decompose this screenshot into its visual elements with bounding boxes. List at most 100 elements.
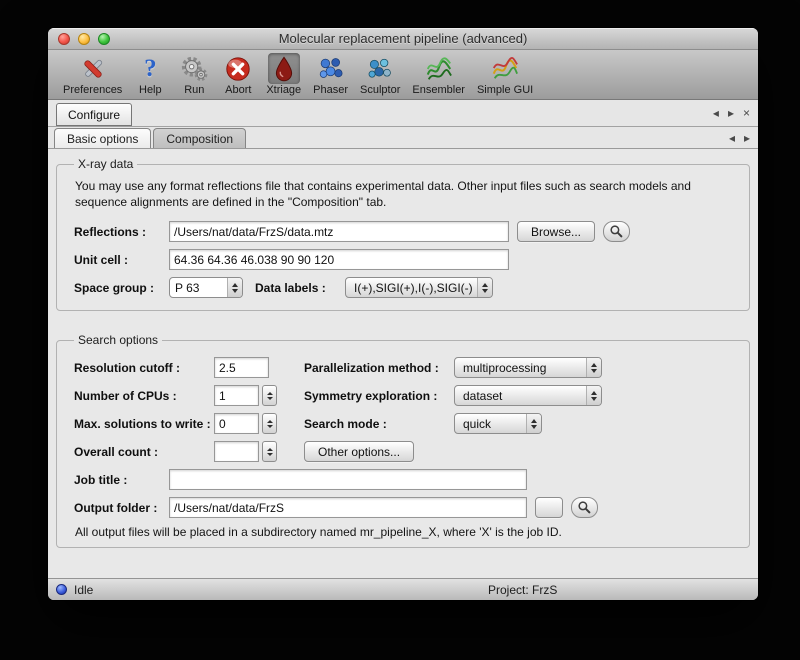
data-labels-value: I(+),SIGI(+),I(-),SIGI(-) <box>354 281 473 295</box>
notebook-tab-bar: Basic options Composition ◂ ▸ <box>48 127 758 149</box>
app-window: Molecular replacement pipeline (advanced… <box>48 28 758 600</box>
toolbar-label: Sculptor <box>360 84 400 96</box>
job-title-label: Job title : <box>74 473 169 487</box>
combo-arrows-icon <box>227 278 242 297</box>
window-title: Molecular replacement pipeline (advanced… <box>279 31 528 46</box>
search-mode-value: quick <box>463 417 491 431</box>
overall-count-label: Overall count : <box>74 445 214 459</box>
max-solutions-row: Max. solutions to write : Search mode : … <box>74 413 739 434</box>
max-solutions-label: Max. solutions to write : <box>74 417 214 431</box>
status-bar: Idle Project: FrzS <box>48 578 758 600</box>
symmetry-exploration-label: Symmetry exploration : <box>304 389 454 403</box>
output-folder-label: Output folder : <box>74 501 169 515</box>
tab-configure-label: Configure <box>68 108 120 122</box>
reflections-row: Reflections : Browse... <box>74 221 739 242</box>
status-text: Idle <box>74 583 93 597</box>
status-indicator-icon <box>56 584 67 595</box>
cpus-stepper[interactable] <box>262 385 277 406</box>
search-options-group-title: Search options <box>74 333 162 347</box>
reflections-search-button[interactable] <box>603 221 630 242</box>
tab-composition[interactable]: Composition <box>153 128 246 148</box>
magnifier-icon <box>609 224 624 239</box>
unit-cell-label: Unit cell : <box>74 253 169 267</box>
data-labels-select[interactable]: I(+),SIGI(+),I(-),SIGI(-) <box>345 277 493 298</box>
space-group-combo[interactable]: P 63 <box>169 277 243 298</box>
number-of-cpus-input[interactable] <box>214 385 259 406</box>
output-folder-search-button[interactable] <box>571 497 598 518</box>
space-group-value: P 63 <box>175 281 199 295</box>
popup-arrows-icon <box>526 414 541 433</box>
resolution-row: Resolution cutoff : Parallelization meth… <box>74 357 739 378</box>
magnifier-icon <box>577 500 592 515</box>
reflections-input[interactable] <box>169 221 509 242</box>
titlebar[interactable]: Molecular replacement pipeline (advanced… <box>48 28 758 50</box>
unit-cell-input[interactable] <box>169 249 509 270</box>
parallelization-method-select[interactable]: multiprocessing <box>454 357 602 378</box>
toolbar-button-run[interactable]: Run <box>173 52 215 97</box>
toolbar-button-ensembler[interactable]: Ensembler <box>407 52 470 97</box>
notebook-tab-controls: ◂ ▸ <box>729 131 750 145</box>
toolbar-button-simple-gui[interactable]: Simple GUI <box>472 52 538 97</box>
resolution-cutoff-input[interactable] <box>214 357 269 378</box>
overall-count-stepper[interactable] <box>262 441 277 462</box>
parallelization-method-value: multiprocessing <box>463 361 546 375</box>
minimize-window-button[interactable] <box>78 33 90 45</box>
ensembler-ribbon-icon <box>423 53 455 84</box>
resolution-cutoff-label: Resolution cutoff : <box>74 361 214 375</box>
output-folder-row: Output folder : <box>74 497 739 518</box>
max-solutions-input[interactable] <box>214 413 259 434</box>
output-folder-input[interactable] <box>169 497 527 518</box>
search-mode-select[interactable]: quick <box>454 413 542 434</box>
basic-options-panel: X-ray data You may use any format reflec… <box>48 149 758 578</box>
reflections-label: Reflections : <box>74 225 169 239</box>
simple-gui-ribbon-icon <box>489 53 521 84</box>
scroll-right-icon[interactable]: ▸ <box>728 106 734 120</box>
close-window-button[interactable] <box>58 33 70 45</box>
cpus-row: Number of CPUs : Symmetry exploration : … <box>74 385 739 406</box>
toolbar-button-xtriage[interactable]: Xtriage <box>261 52 306 97</box>
close-pane-icon[interactable]: × <box>743 106 750 120</box>
toolbar-label: Ensembler <box>412 84 465 96</box>
search-options-group: Search options Resolution cutoff : Paral… <box>56 333 750 548</box>
popup-arrows-icon <box>586 386 601 405</box>
tabs-scroll-left-icon[interactable]: ◂ <box>729 131 735 145</box>
project-label: Project: FrzS <box>488 583 557 597</box>
reflections-browse-button[interactable]: Browse... <box>517 221 595 242</box>
overall-count-input[interactable] <box>214 441 259 462</box>
toolbar-label: Run <box>184 84 204 96</box>
popup-arrows-icon <box>586 358 601 377</box>
toolbar-button-help[interactable]: ? Help <box>129 52 171 97</box>
space-group-label: Space group : <box>74 281 169 295</box>
scroll-left-icon[interactable]: ◂ <box>713 106 719 120</box>
tab-configure[interactable]: Configure <box>56 103 132 126</box>
other-options-button[interactable]: Other options... <box>304 441 414 462</box>
traffic-lights <box>58 33 110 45</box>
help-icon: ? <box>134 53 166 84</box>
toolbar-label: Abort <box>225 84 251 96</box>
pane-tab-controls: ◂ ▸ × <box>713 106 750 120</box>
job-title-input[interactable] <box>169 469 527 490</box>
toolbar-label: Xtriage <box>266 84 301 96</box>
zoom-window-button[interactable] <box>98 33 110 45</box>
search-mode-label: Search mode : <box>304 417 454 431</box>
toolbar-button-sculptor[interactable]: Sculptor <box>355 52 405 97</box>
toolbar-button-preferences[interactable]: Preferences <box>58 52 127 97</box>
tabs-scroll-right-icon[interactable]: ▸ <box>744 131 750 145</box>
desktop-background: Molecular replacement pipeline (advanced… <box>0 0 800 660</box>
abort-icon <box>222 53 254 84</box>
output-note: All output files will be placed in a sub… <box>75 525 739 539</box>
data-labels-label: Data labels : <box>255 281 345 295</box>
sculptor-molecule-icon <box>364 53 396 84</box>
toolbar-button-abort[interactable]: Abort <box>217 52 259 97</box>
output-folder-browse-button[interactable] <box>535 497 563 518</box>
toolbar: Preferences ? Help Run <box>48 50 758 100</box>
symmetry-exploration-select[interactable]: dataset <box>454 385 602 406</box>
xray-data-group: X-ray data You may use any format reflec… <box>56 157 750 311</box>
toolbar-label: Help <box>139 84 162 96</box>
toolbar-button-phaser[interactable]: Phaser <box>308 52 353 97</box>
space-group-row: Space group : P 63 Data labels : I(+),SI… <box>74 277 739 298</box>
overall-count-row: Overall count : Other options... <box>74 441 739 462</box>
max-solutions-stepper[interactable] <box>262 413 277 434</box>
tab-basic-options[interactable]: Basic options <box>54 128 151 148</box>
unit-cell-row: Unit cell : <box>74 249 739 270</box>
